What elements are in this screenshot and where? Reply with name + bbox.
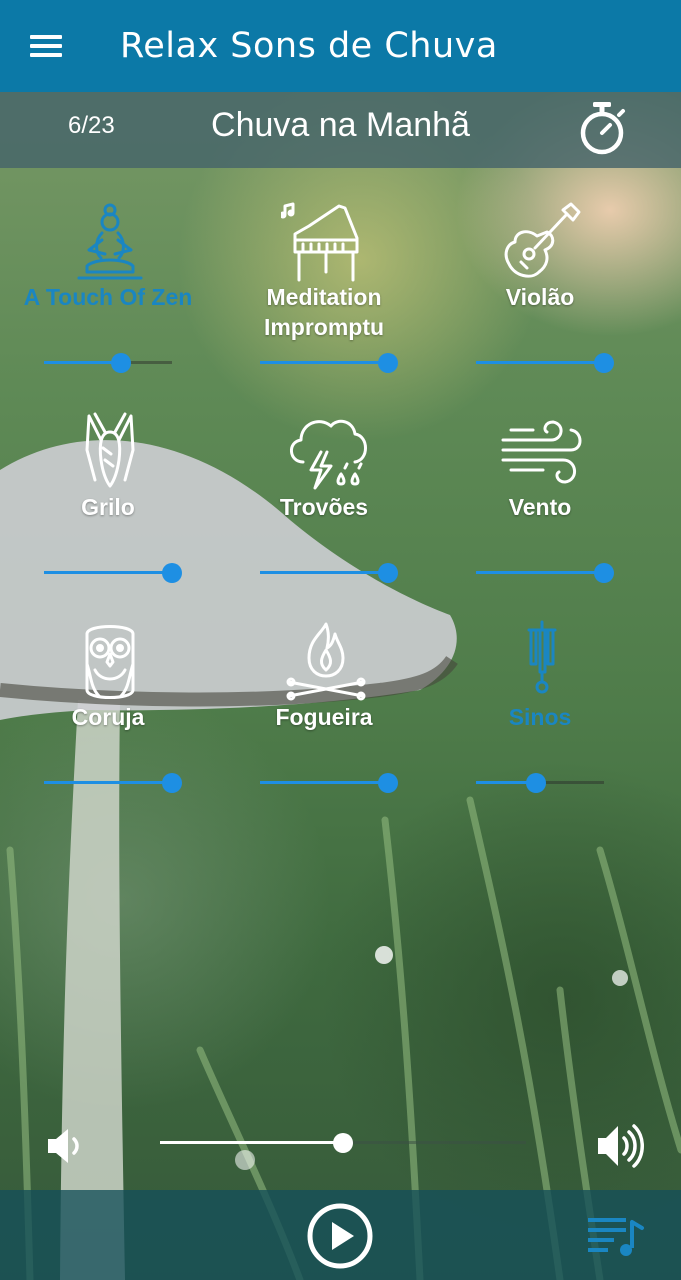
sound-label: Sinos [508, 704, 572, 730]
campfire-icon [276, 620, 376, 704]
sound-item-grilo[interactable]: Grilo [0, 410, 220, 620]
sound-item-fogueira[interactable]: Fogueira [216, 620, 436, 830]
sound-volume-slider[interactable] [476, 773, 604, 793]
sound-label: Grilo [81, 494, 135, 520]
slider-fill [260, 571, 388, 574]
sound-label: Trovões [279, 494, 369, 520]
slider-thumb[interactable] [378, 563, 398, 583]
guitar-icon [492, 200, 592, 284]
sound-label: A Touch Of Zen [23, 284, 193, 310]
sound-volume-slider[interactable] [44, 773, 182, 793]
piano-icon [276, 200, 376, 284]
master-volume-slider[interactable] [160, 1133, 526, 1153]
track-bar: 6/23 Chuva na Manhã [0, 92, 681, 168]
slider-fill [260, 361, 388, 364]
slider-thumb[interactable] [162, 563, 182, 583]
sound-label: Meditation Impromptu [263, 284, 385, 340]
slider-fill [476, 361, 604, 364]
slider-fill [44, 781, 172, 784]
slider-thumb[interactable] [378, 773, 398, 793]
sound-item-a-touch-of-zen[interactable]: A Touch Of Zen [0, 200, 220, 410]
slider-thumb[interactable] [594, 353, 614, 373]
owl-icon [60, 620, 160, 704]
sound-volume-slider[interactable] [260, 563, 398, 583]
cricket-icon [60, 410, 160, 494]
slider-thumb[interactable] [594, 563, 614, 583]
sound-item-coruja[interactable]: Coruja [0, 620, 220, 830]
slider-thumb[interactable] [526, 773, 547, 793]
sound-volume-slider[interactable] [44, 563, 182, 583]
sound-item-meditation-impromptu[interactable]: Meditation Impromptu [216, 200, 436, 410]
slider-thumb[interactable] [110, 353, 131, 373]
volume-high-icon[interactable] [594, 1120, 646, 1172]
sound-label: Vento [508, 494, 572, 520]
sound-volume-slider[interactable] [44, 353, 172, 373]
sound-volume-slider[interactable] [476, 563, 614, 583]
sound-volume-slider[interactable] [260, 353, 398, 373]
wind-chime-icon [492, 620, 592, 704]
slider-fill [260, 781, 388, 784]
slider-thumb[interactable] [162, 773, 182, 793]
sound-volume-slider[interactable] [476, 353, 614, 373]
meditation-icon [60, 200, 160, 284]
volume-low-icon[interactable] [44, 1125, 86, 1167]
thunderstorm-icon [276, 410, 376, 494]
sound-label: Violão [505, 284, 575, 310]
bottom-bar [0, 1190, 681, 1280]
stopwatch-icon[interactable] [574, 98, 630, 158]
hamburger-menu-icon[interactable] [0, 0, 92, 92]
slider-fill [44, 361, 121, 364]
sound-item-trovoes[interactable]: Trovões [216, 410, 436, 620]
slider-fill [476, 571, 604, 574]
sound-volume-slider[interactable] [260, 773, 398, 793]
play-icon[interactable] [306, 1202, 374, 1270]
slider-fill [44, 571, 172, 574]
playlist-icon[interactable] [586, 1214, 646, 1258]
sound-item-violao[interactable]: Violão [432, 200, 652, 410]
sound-item-sinos[interactable]: Sinos [432, 620, 652, 830]
sound-item-vento[interactable]: Vento [432, 410, 652, 620]
sound-label: Fogueira [275, 704, 373, 730]
app-bar: Relax Sons de Chuva [0, 0, 681, 92]
sound-label: Coruja [71, 704, 145, 730]
slider-thumb[interactable] [333, 1133, 353, 1153]
wind-icon [492, 410, 592, 494]
app-title: Relax Sons de Chuva [120, 26, 498, 66]
slider-fill [160, 1141, 343, 1144]
slider-thumb[interactable] [378, 353, 398, 373]
